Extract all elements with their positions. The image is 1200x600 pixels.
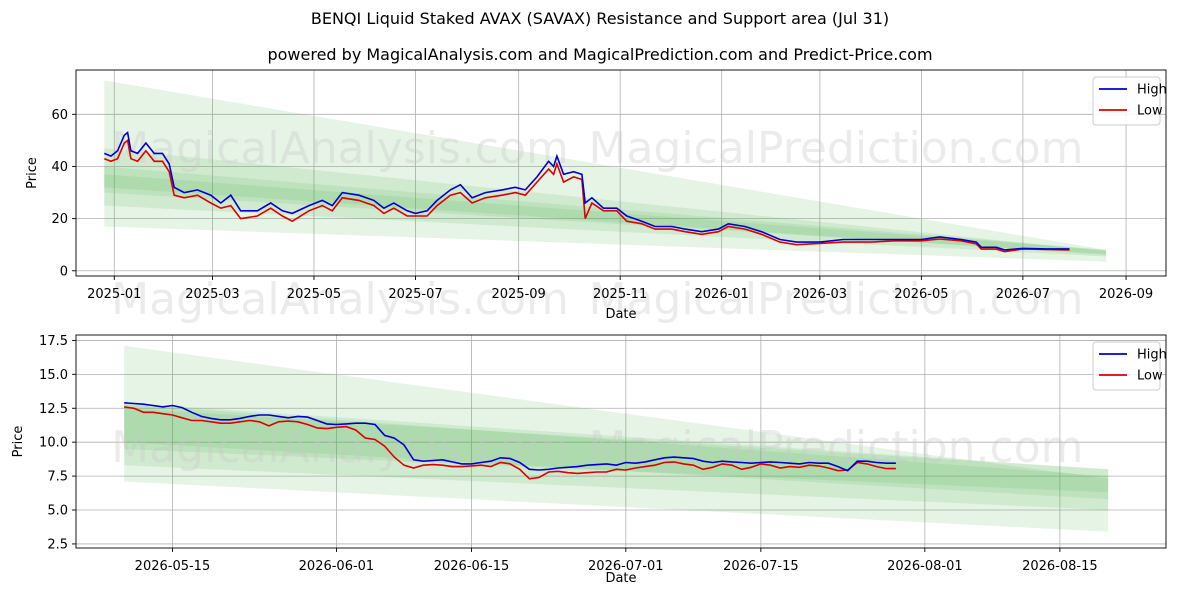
y-axis-label: Price: [11, 426, 26, 458]
y-tick-label: 15.0: [39, 368, 68, 383]
y-tick-label: 10.0: [39, 436, 68, 451]
y-tick-label: 17.5: [39, 334, 68, 349]
watermark-analysis: MagicalAnalysis.com: [111, 422, 569, 473]
y-tick-label: 5.0: [47, 504, 68, 519]
x-tick-label: 2026-08-15: [1022, 559, 1098, 574]
y-tick-label: 2.5: [47, 537, 68, 552]
x-axis-label: Date: [605, 571, 636, 586]
legend: High Low: [1092, 341, 1167, 391]
legend-label-low: Low: [1137, 369, 1163, 384]
x-tick-label: 2026-06-01: [299, 559, 375, 574]
x-tick-label: 2026-08-01: [887, 559, 963, 574]
x-tick-label: 2026-05-15: [135, 559, 211, 574]
y-tick-label: 12.5: [39, 402, 68, 417]
legend-label-high: High: [1137, 348, 1167, 363]
x-tick-label: 2026-07-15: [723, 559, 799, 574]
y-tick-label: 7.5: [47, 470, 68, 485]
chart-bottom: MagicalAnalysis.com MagicalPrediction.com…: [11, 334, 1167, 586]
x-tick-label: 2026-06-15: [434, 559, 510, 574]
